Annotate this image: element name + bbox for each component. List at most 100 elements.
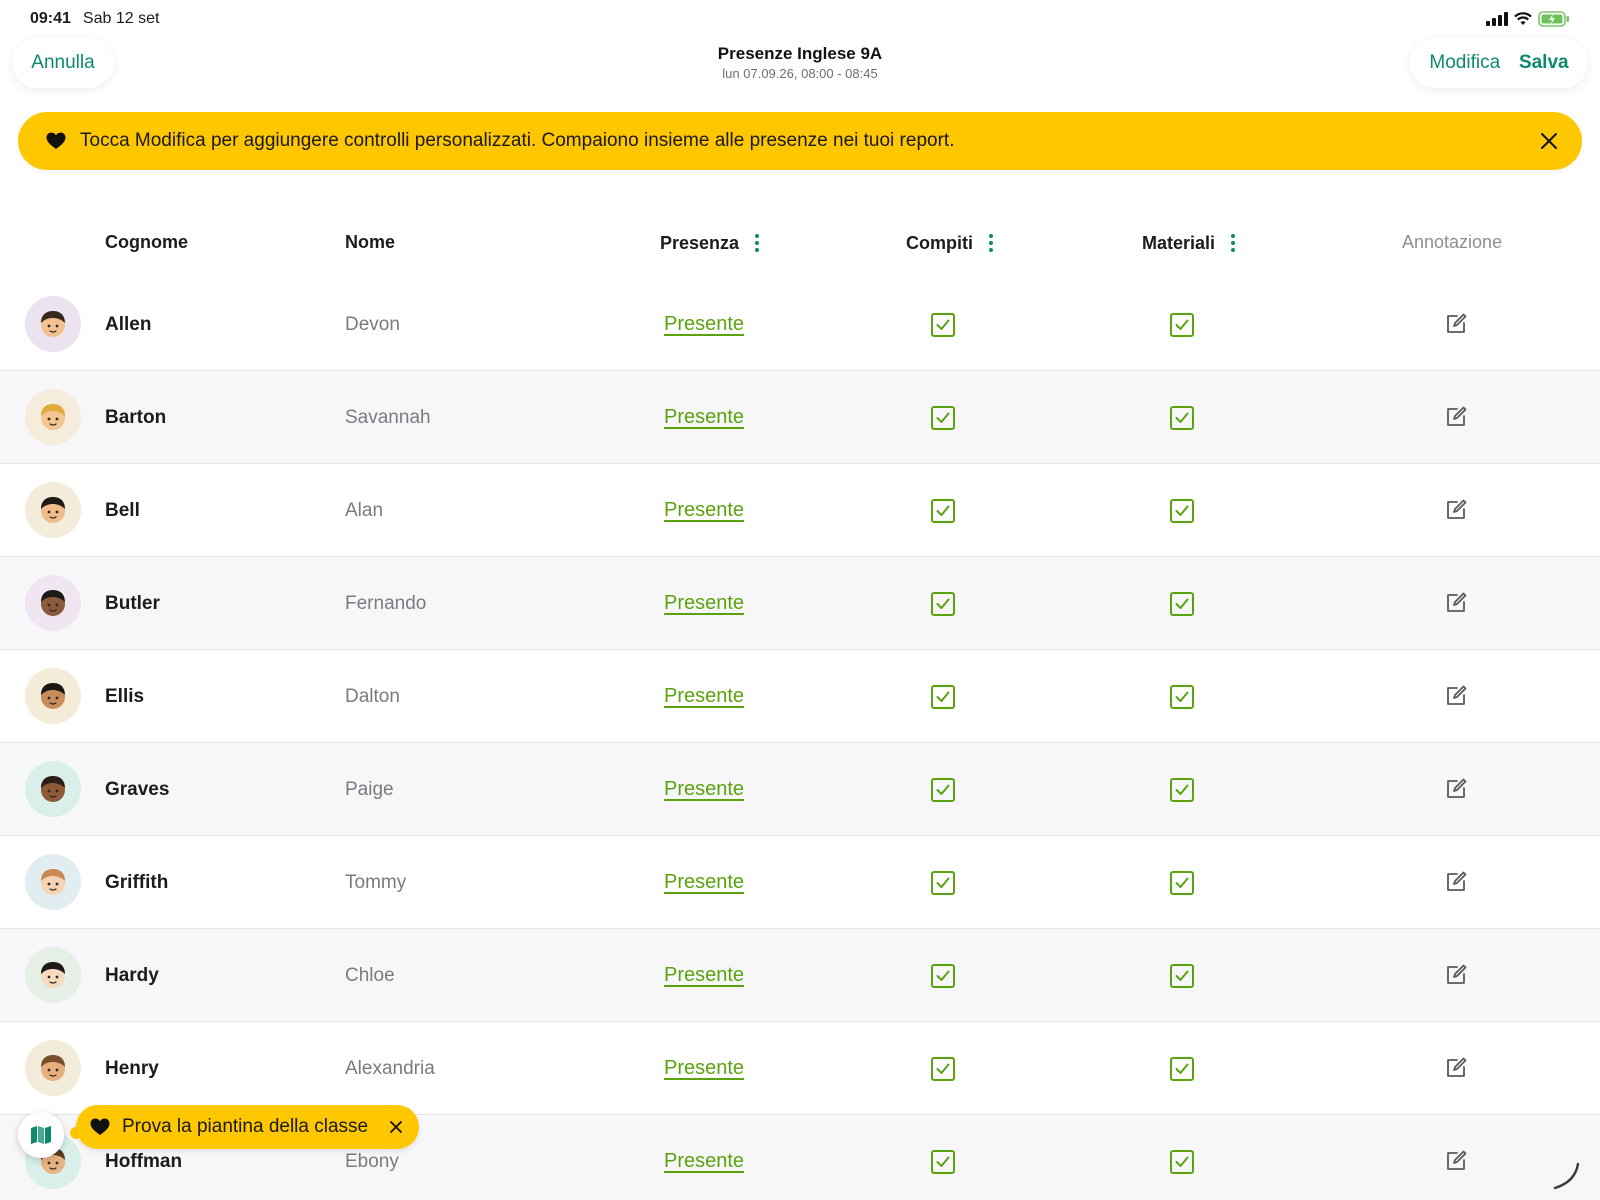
annotation-edit-icon[interactable] [1444,591,1468,615]
banner-close-button[interactable] [1540,132,1558,150]
materials-checkbox[interactable] [1170,592,1194,616]
annotation-edit-icon[interactable] [1444,684,1468,708]
student-row[interactable]: Hardy Chloe Presente [0,929,1600,1022]
annotation-edit-icon[interactable] [1444,312,1468,336]
edit-button[interactable]: Modifica [1429,52,1500,74]
nav-title: Presenze Inglese 9A lun 07.09.26, 08:00 … [0,44,1600,81]
materials-checkbox[interactable] [1170,406,1194,430]
homework-checkbox[interactable] [931,685,955,709]
homework-checkbox[interactable] [931,1150,955,1174]
homework-checkbox[interactable] [931,313,955,337]
homework-options-icon[interactable] [985,232,997,254]
attendance-status-link[interactable]: Presente [664,836,744,929]
attendance-status-link[interactable]: Presente [664,278,744,371]
attendance-status-link[interactable]: Presente [664,650,744,743]
student-row[interactable]: Barton Savannah Presente [0,371,1600,464]
materials-checkbox[interactable] [1170,685,1194,709]
first-name: Fernando [345,592,427,614]
header-homework-label: Compiti [906,232,973,253]
materials-checkbox[interactable] [1170,313,1194,337]
annotation-edit-icon[interactable] [1444,1056,1468,1080]
annotation-edit-icon[interactable] [1444,405,1468,429]
annotation-edit-icon[interactable] [1444,498,1468,522]
student-row[interactable]: Allen Devon Presente [0,278,1600,371]
first-name: Alan [345,499,384,521]
homework-checkbox[interactable] [931,592,955,616]
homework-checkbox[interactable] [931,871,955,895]
save-button[interactable]: Salva [1519,52,1569,74]
header-annotation-label: Annotazione [1402,232,1503,252]
student-row[interactable]: Ellis Dalton Presente [0,650,1600,743]
annotation-edit-icon[interactable] [1444,777,1468,801]
cellular-signal-icon [1486,12,1508,26]
header-materials-label: Materiali [1142,232,1216,253]
last-name: Hardy [105,964,159,986]
wifi-icon [1514,12,1532,25]
homework-checkbox[interactable] [931,964,955,988]
close-icon [390,1121,402,1133]
materials-checkbox[interactable] [1170,499,1194,523]
attendance-status-link[interactable]: Presente [664,371,744,464]
first-name: Devon [345,313,400,335]
scroll-indicator-icon [1553,1162,1580,1190]
banner-text: Tocca Modifica per aggiungere controlli … [80,130,955,151]
student-row[interactable]: Butler Fernando Presente [0,557,1600,650]
first-name: Tommy [345,871,407,893]
homework-checkbox[interactable] [931,499,955,523]
homework-checkbox[interactable] [931,406,955,430]
first-name: Alexandria [345,1057,435,1079]
last-name: Graves [105,778,170,800]
status-date: Sab 12 set [82,10,160,27]
annotation-edit-icon[interactable] [1444,963,1468,987]
header-first-name: Nome [345,232,395,253]
classroom-tip-close-button[interactable] [389,1120,403,1134]
attendance-status-link[interactable]: Presente [664,1022,744,1115]
info-banner: Tocca Modifica per aggiungere controlli … [18,112,1582,170]
header-materials: Materiali [1142,232,1239,254]
avatar [25,668,81,724]
annotation-edit-icon[interactable] [1444,870,1468,894]
avatar [25,296,81,352]
homework-checkbox[interactable] [931,778,955,802]
student-row[interactable]: Henry Alexandria Presente [0,1022,1600,1115]
attendance-options-icon[interactable] [751,232,763,254]
attendance-status-link[interactable]: Presente [664,557,744,650]
materials-checkbox[interactable] [1170,1150,1194,1174]
attendance-status-link[interactable]: Presente [664,464,744,557]
map-icon [31,1126,51,1144]
attendance-status-link[interactable]: Presente [664,929,744,1022]
student-row[interactable]: Bell Alan Presente [0,464,1600,557]
annotation-edit-icon[interactable] [1444,1149,1468,1173]
attendance-status-link[interactable]: Presente [664,743,744,836]
header-attendance: Presenza [660,232,763,254]
attendance-status-link[interactable]: Presente [664,1115,744,1200]
battery-charging-icon [1538,11,1569,27]
status-time: 09:41 [30,10,71,27]
materials-checkbox[interactable] [1170,1057,1194,1081]
status-indicators [1486,11,1570,27]
homework-checkbox[interactable] [931,1057,955,1081]
header-annotation: Annotazione [1402,232,1502,253]
student-list: Allen Devon Presente Barton Savannah Presente… [0,278,1600,1200]
last-name: Barton [105,406,167,428]
header-attendance-label: Presenza [660,232,740,253]
first-name: Savannah [345,406,431,428]
last-name: Bell [105,499,140,521]
heart-icon [90,1118,110,1135]
avatar [25,482,81,538]
classroom-tip[interactable]: Prova la piantina della classe [76,1105,419,1149]
student-row[interactable]: Graves Paige Presente [0,743,1600,836]
header-last-name: Cognome [105,232,188,253]
materials-checkbox[interactable] [1170,778,1194,802]
student-row[interactable]: Griffith Tommy Presente [0,836,1600,929]
classroom-map-button[interactable] [18,1112,64,1158]
first-name: Chloe [345,964,395,986]
page-title: Presenze Inglese 9A [717,44,883,63]
classroom-tip-text: Prova la piantina della classe [122,1116,369,1137]
last-name: Henry [105,1057,159,1079]
materials-options-icon[interactable] [1227,232,1239,254]
page-subtitle: lun 07.09.26, 08:00 - 08:45 [722,66,878,81]
avatar [25,761,81,817]
materials-checkbox[interactable] [1170,871,1194,895]
materials-checkbox[interactable] [1170,964,1194,988]
